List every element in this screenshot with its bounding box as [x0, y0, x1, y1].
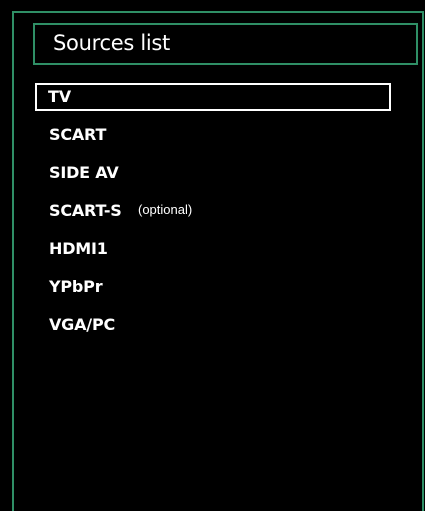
- source-item-label: YPbPr: [49, 277, 103, 296]
- source-item-label: VGA/PC: [49, 315, 116, 334]
- sources-list-panel: Sources list TV SCART SIDE AV SCART-S (o…: [12, 11, 424, 511]
- source-item-label: TV: [48, 87, 71, 106]
- source-item-vga-pc[interactable]: VGA/PC: [35, 311, 391, 339]
- optional-note: (optional): [138, 202, 193, 217]
- source-item-side-av[interactable]: SIDE AV: [35, 159, 391, 187]
- sources-list-title: Sources list: [53, 31, 170, 55]
- source-item-scart-s[interactable]: SCART-S (optional): [35, 197, 391, 225]
- source-item-label: SCART: [49, 125, 107, 144]
- source-item-tv[interactable]: TV: [35, 83, 391, 111]
- sources-list-header: Sources list: [33, 23, 418, 65]
- source-item-label: HDMI1: [49, 239, 108, 258]
- tv-screen: Sources list TV SCART SIDE AV SCART-S (o…: [0, 0, 425, 511]
- source-item-scart[interactable]: SCART: [35, 121, 391, 149]
- source-item-label: SCART-S: [49, 201, 122, 220]
- source-item-hdmi1[interactable]: HDMI1: [35, 235, 391, 263]
- source-item-ypbpr[interactable]: YPbPr: [35, 273, 391, 301]
- source-item-label: SIDE AV: [49, 163, 119, 182]
- source-list: TV SCART SIDE AV SCART-S (optional) HDMI…: [35, 83, 395, 349]
